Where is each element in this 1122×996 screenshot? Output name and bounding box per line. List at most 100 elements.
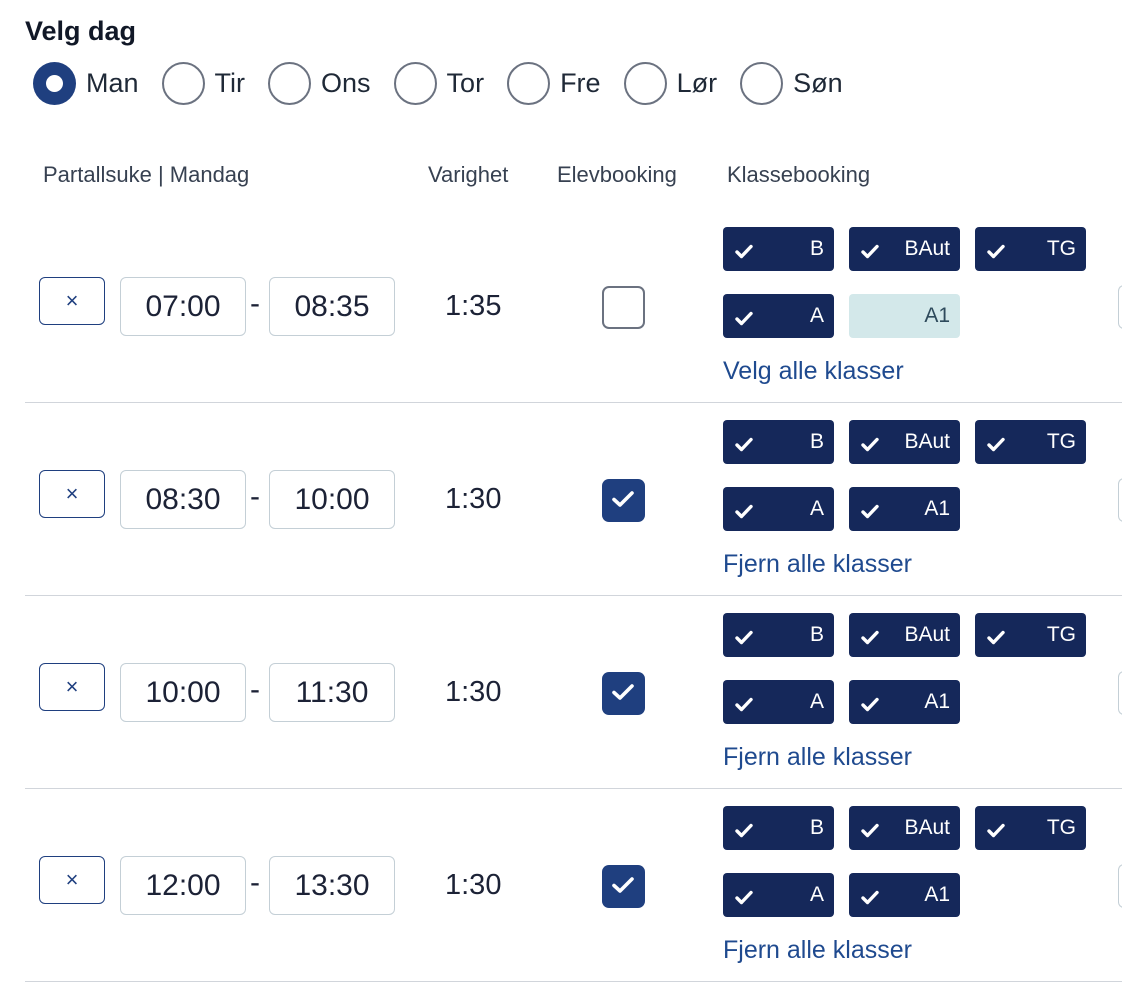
class-chip[interactable]: TG: [975, 420, 1086, 464]
class-chip-label: TG: [1046, 816, 1076, 839]
day-label: Lør: [676, 68, 718, 98]
class-chip-label: A1: [924, 690, 950, 713]
remove-row-button[interactable]: ×: [39, 856, 105, 904]
radio-icon[interactable]: [507, 62, 551, 105]
class-chip[interactable]: A1: [849, 487, 960, 531]
class-chip[interactable]: BAut: [849, 613, 960, 657]
class-chip-label: A1: [924, 883, 950, 906]
start-time-input[interactable]: 10:00: [120, 663, 246, 722]
row-extra-field[interactable]: [1118, 864, 1122, 908]
day-label: Ons: [321, 68, 371, 98]
class-chip[interactable]: B: [723, 420, 834, 464]
checkmark-icon: [987, 820, 1005, 844]
row-extra-field[interactable]: [1118, 671, 1122, 715]
end-time-input[interactable]: 13:30: [269, 856, 395, 915]
class-chip-label: BAut: [904, 623, 950, 646]
remove-row-button[interactable]: ×: [39, 470, 105, 518]
class-chip-label: BAut: [904, 816, 950, 839]
column-header-duration: Varighet: [428, 162, 509, 187]
checkmark-icon: [987, 434, 1005, 458]
class-chip-label: B: [809, 816, 824, 839]
class-chip-label: A1: [924, 497, 950, 520]
start-time-input[interactable]: 12:00: [120, 856, 246, 915]
day-option-ons[interactable]: Ons: [268, 62, 371, 105]
class-chip[interactable]: A: [723, 873, 834, 917]
class-chip[interactable]: A1: [849, 294, 960, 338]
end-time-input[interactable]: 08:35: [269, 277, 395, 336]
checkmark-icon: [735, 308, 753, 332]
checkmark-icon: [861, 241, 879, 265]
remove-row-button[interactable]: ×: [39, 277, 105, 325]
day-option-lor[interactable]: Lør: [623, 62, 718, 105]
class-chip[interactable]: A1: [849, 873, 960, 917]
day-option-man[interactable]: Man: [33, 62, 139, 105]
checkmark-icon: [735, 887, 753, 911]
class-chip[interactable]: BAut: [849, 420, 960, 464]
column-header-student-booking: Elevbooking: [557, 162, 677, 187]
class-chip-label: A: [809, 690, 824, 713]
checkmark-icon: [861, 694, 879, 718]
class-chip[interactable]: BAut: [849, 806, 960, 850]
checkmark-icon: [735, 434, 753, 458]
class-chip-label: TG: [1046, 237, 1076, 260]
day-label: Fre: [560, 68, 601, 98]
class-chip[interactable]: TG: [975, 613, 1086, 657]
checkmark-icon: [861, 501, 879, 525]
day-option-son[interactable]: Søn: [740, 62, 843, 105]
day-selector: Man Tir Ons Tor Fre Lør Søn: [33, 62, 866, 105]
radio-icon[interactable]: [33, 62, 76, 105]
checkmark-icon: [861, 434, 879, 458]
class-chip[interactable]: B: [723, 227, 834, 271]
end-time-input[interactable]: 11:30: [269, 663, 395, 722]
class-chip-label: TG: [1046, 623, 1076, 646]
day-option-fre[interactable]: Fre: [507, 62, 601, 105]
radio-icon[interactable]: [623, 62, 667, 105]
student-booking-checkbox[interactable]: [602, 479, 645, 522]
toggle-all-classes-link[interactable]: Velg alle klasser: [723, 357, 904, 386]
toggle-all-classes-link[interactable]: Fjern alle klasser: [723, 936, 912, 965]
duration-value: 1:30: [445, 869, 502, 901]
class-chip[interactable]: TG: [975, 227, 1086, 271]
schedule-row: × 12:00-13:30 1:30 B BAut TG A A1 Fjern alle kla…: [25, 789, 1122, 982]
duration-value: 1:30: [445, 483, 502, 515]
start-time-input[interactable]: 08:30: [120, 470, 246, 529]
class-chip[interactable]: A: [723, 680, 834, 724]
class-chip-label: TG: [1046, 430, 1076, 453]
student-booking-checkbox[interactable]: [602, 286, 645, 329]
day-option-tor[interactable]: Tor: [393, 62, 485, 105]
radio-icon[interactable]: [268, 62, 312, 105]
checkmark-icon: [987, 241, 1005, 265]
student-booking-checkbox[interactable]: [602, 865, 645, 908]
checkmark-icon: [861, 627, 879, 651]
student-booking-checkbox[interactable]: [602, 672, 645, 715]
class-chip[interactable]: BAut: [849, 227, 960, 271]
radio-icon[interactable]: [393, 62, 437, 105]
row-extra-field[interactable]: [1118, 285, 1122, 329]
duration-value: 1:35: [445, 290, 502, 322]
close-icon: ×: [65, 867, 79, 892]
toggle-all-classes-link[interactable]: Fjern alle klasser: [723, 550, 912, 579]
class-chip[interactable]: A1: [849, 680, 960, 724]
page-title: Velg dag: [25, 16, 137, 46]
class-chip[interactable]: A: [723, 294, 834, 338]
remove-row-button[interactable]: ×: [39, 663, 105, 711]
close-icon: ×: [65, 481, 79, 506]
end-time-input[interactable]: 10:00: [269, 470, 395, 529]
class-chip[interactable]: TG: [975, 806, 1086, 850]
checkmark-icon: [735, 501, 753, 525]
row-extra-field[interactable]: [1118, 478, 1122, 522]
checkmark-icon: [735, 627, 753, 651]
time-separator: -: [250, 673, 260, 706]
class-chip[interactable]: B: [723, 806, 834, 850]
radio-icon[interactable]: [740, 62, 784, 105]
day-label: Tor: [446, 68, 485, 98]
time-separator: -: [250, 480, 260, 513]
class-chip[interactable]: A: [723, 487, 834, 531]
start-time-input[interactable]: 07:00: [120, 277, 246, 336]
toggle-all-classes-link[interactable]: Fjern alle klasser: [723, 743, 912, 772]
class-chip[interactable]: B: [723, 613, 834, 657]
day-option-tir[interactable]: Tir: [161, 62, 245, 105]
radio-icon[interactable]: [161, 62, 205, 105]
class-chip-label: A1: [924, 304, 950, 327]
close-icon: ×: [65, 674, 79, 699]
